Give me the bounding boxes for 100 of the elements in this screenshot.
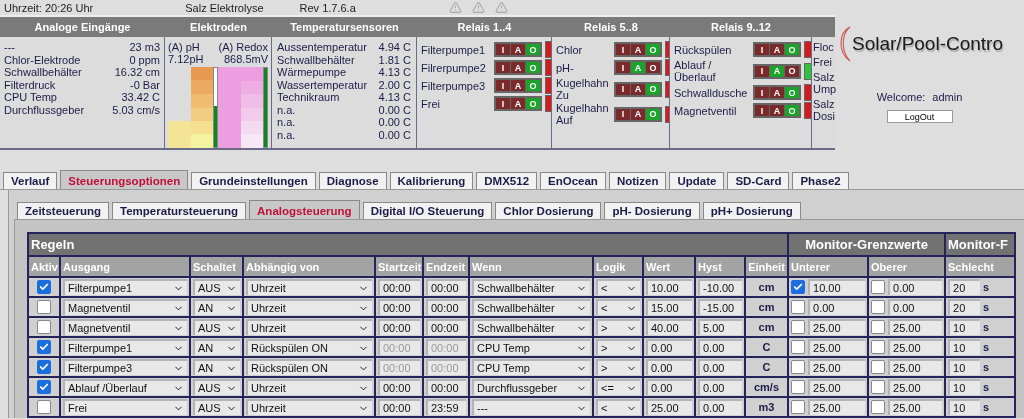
input-field[interactable]: 0.00 — [698, 399, 742, 415]
checkbox[interactable] — [871, 320, 885, 334]
dropdown[interactable]: Schwallbehälter — [472, 299, 590, 315]
mode-button[interactable]: A — [631, 83, 645, 95]
input-field[interactable]: -15.00 — [698, 299, 742, 315]
input-field[interactable]: 25.00 — [808, 379, 865, 395]
dropdown[interactable]: > — [596, 319, 640, 335]
input-field[interactable]: 0.00 — [888, 299, 943, 315]
mode-button[interactable]: A — [511, 80, 525, 91]
mode-button[interactable]: I — [496, 62, 510, 73]
input-field[interactable]: 00:00 — [378, 399, 420, 415]
input-field[interactable]: 00:00 — [378, 299, 420, 315]
tab[interactable]: Temperatursteuerung — [112, 202, 247, 219]
input-field[interactable]: 00:00 — [426, 379, 466, 395]
checkbox[interactable] — [791, 400, 805, 414]
dropdown[interactable]: < — [596, 279, 640, 295]
dropdown[interactable]: CPU Temp — [472, 359, 590, 375]
input-field[interactable]: -10.00 — [698, 279, 742, 295]
checkbox[interactable] — [37, 300, 51, 314]
checkbox[interactable] — [871, 300, 885, 314]
mode-button[interactable]: I — [616, 83, 630, 95]
checkbox[interactable] — [37, 280, 51, 294]
mode-button[interactable]: I — [755, 87, 769, 98]
dropdown[interactable]: AN — [193, 359, 240, 375]
input-field[interactable]: 25.00 — [888, 399, 943, 415]
input-field[interactable]: 00:00 — [378, 279, 420, 295]
input-field[interactable]: 0.00 — [646, 339, 692, 355]
tab[interactable]: Analogsteuerung — [249, 200, 360, 219]
dropdown[interactable]: > — [596, 339, 640, 355]
logout-button[interactable]: LogOut — [886, 110, 953, 123]
tab[interactable]: Verlauf — [3, 172, 58, 189]
input-field[interactable]: 25.00 — [888, 359, 943, 375]
dropdown[interactable]: AUS — [193, 379, 240, 395]
input-field[interactable]: 10.00 — [808, 279, 865, 295]
input-field[interactable]: 00:00 — [378, 319, 420, 335]
dropdown[interactable]: Frei — [63, 399, 187, 415]
dropdown[interactable]: <= — [596, 379, 640, 395]
input-field[interactable]: 00:00 — [426, 279, 466, 295]
tab[interactable]: Update — [669, 172, 725, 189]
mode-button[interactable]: A — [511, 98, 525, 109]
mode-button[interactable]: I — [616, 44, 630, 55]
input-field[interactable]: 25.00 — [888, 379, 943, 395]
checkbox[interactable] — [791, 320, 805, 334]
tab[interactable]: DMX512 — [476, 172, 538, 189]
dropdown[interactable]: Uhrzeit — [246, 379, 372, 395]
mode-button[interactable]: A — [631, 44, 645, 55]
mode-button[interactable]: A — [770, 87, 784, 98]
input-field[interactable]: 25.00 — [888, 319, 943, 335]
checkbox[interactable] — [871, 400, 885, 414]
dropdown[interactable]: Uhrzeit — [246, 299, 372, 315]
checkbox[interactable] — [791, 300, 805, 314]
input-field[interactable]: 0.00 — [888, 279, 943, 295]
input-field[interactable]: 25.00 — [646, 399, 692, 415]
tab[interactable]: SD-Card — [727, 172, 790, 189]
dropdown[interactable]: Ablauf /Überlauf — [63, 379, 187, 395]
dropdown[interactable]: Filterpumpe1 — [63, 279, 187, 295]
dropdown[interactable]: Uhrzeit — [246, 279, 372, 295]
input-field[interactable]: 00:00 — [378, 379, 420, 395]
mode-button[interactable]: A — [770, 105, 784, 116]
input-field[interactable]: 25.00 — [888, 339, 943, 355]
dropdown[interactable]: < — [596, 399, 640, 415]
dropdown[interactable]: Uhrzeit — [246, 399, 372, 415]
checkbox[interactable] — [791, 380, 805, 394]
mode-button[interactable]: I — [755, 65, 769, 77]
tab[interactable]: Zeitsteuerung — [17, 202, 110, 219]
checkbox[interactable] — [871, 280, 885, 294]
tab[interactable]: Kalibrierung — [389, 172, 474, 189]
dropdown[interactable]: Uhrzeit — [246, 319, 372, 335]
checkbox[interactable] — [791, 280, 805, 294]
dropdown[interactable]: Filterpumpe1 — [63, 339, 187, 355]
dropdown[interactable]: < — [596, 299, 640, 315]
dropdown[interactable]: AUS — [193, 399, 240, 415]
dropdown[interactable]: Durchflussgeber — [472, 379, 590, 395]
input-field[interactable]: 15.00 — [646, 299, 692, 315]
input-field[interactable]: 00:00 — [426, 299, 466, 315]
input-field[interactable]: 00:00 — [426, 319, 466, 335]
dropdown[interactable]: AUS — [193, 279, 240, 295]
input-field[interactable]: 0.00 — [646, 359, 692, 375]
checkbox[interactable] — [37, 340, 51, 354]
mode-button[interactable]: I — [755, 44, 769, 55]
mode-button[interactable]: A — [770, 44, 784, 55]
tab[interactable]: pH+ Dosierung — [702, 202, 801, 219]
input-field[interactable]: 10 — [948, 399, 981, 415]
checkbox[interactable] — [37, 400, 51, 414]
input-field[interactable]: 10 — [948, 359, 981, 375]
dropdown[interactable]: AN — [193, 339, 240, 355]
dropdown[interactable]: Magnetventil — [63, 299, 187, 315]
input-field[interactable]: 25.00 — [808, 319, 865, 335]
tab[interactable]: pH- Dosierung — [604, 202, 700, 219]
checkbox[interactable] — [791, 340, 805, 354]
mode-button[interactable]: I — [755, 105, 769, 116]
mode-button[interactable]: I — [616, 108, 630, 120]
tab[interactable]: Grundeinstellungen — [191, 172, 316, 189]
input-field[interactable]: 5.00 — [698, 319, 742, 335]
input-field[interactable]: 0.00 — [808, 299, 865, 315]
mode-button[interactable]: O — [646, 62, 660, 73]
input-field[interactable]: 0.00 — [698, 339, 742, 355]
dropdown[interactable]: Filterpumpe3 — [63, 359, 187, 375]
dropdown[interactable]: Schwallbehälter — [472, 319, 590, 335]
checkbox[interactable] — [37, 320, 51, 334]
